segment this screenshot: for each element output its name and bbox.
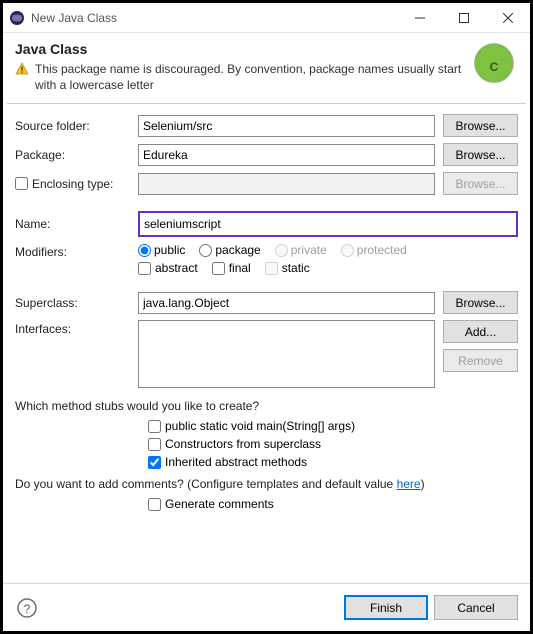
warning-icon — [15, 62, 29, 79]
package-input[interactable] — [138, 144, 435, 166]
cancel-button[interactable]: Cancel — [434, 595, 518, 620]
maximize-button[interactable] — [442, 3, 486, 32]
minimize-button[interactable] — [398, 3, 442, 32]
superclass-browse-button[interactable]: Browse... — [443, 291, 518, 314]
close-button[interactable] — [486, 3, 530, 32]
comments-question: Do you want to add comments? (Configure … — [15, 477, 518, 491]
enclosingtype-checkbox[interactable] — [15, 177, 28, 190]
dialog-header: Java Class This package name is discoura… — [3, 33, 530, 103]
dialog-body: Source folder: Browse... Package: Browse… — [3, 104, 530, 583]
svg-text:C: C — [490, 60, 499, 74]
modifier-public-radio[interactable] — [138, 244, 151, 257]
dialog-footer: ? Finish Cancel — [3, 583, 530, 631]
window-title: New Java Class — [31, 11, 398, 25]
package-browse-button[interactable]: Browse... — [443, 143, 518, 166]
interfaces-remove-button: Remove — [443, 349, 518, 372]
eclipse-icon — [9, 10, 25, 26]
titlebar: New Java Class — [3, 3, 530, 33]
svg-text:?: ? — [24, 602, 31, 616]
configure-templates-link[interactable]: here — [397, 477, 421, 491]
modifiers-label: Modifiers: — [15, 243, 130, 259]
stub-main-checkbox[interactable] — [148, 420, 161, 433]
enclosingtype-input — [138, 173, 435, 195]
enclosingtype-label: Enclosing type: — [32, 177, 113, 191]
name-input[interactable] — [138, 211, 518, 237]
warning-text: This package name is discouraged. By con… — [35, 61, 470, 93]
enclosingtype-browse-button: Browse... — [443, 172, 518, 195]
help-button[interactable]: ? — [15, 596, 39, 620]
generate-comments-checkbox[interactable] — [148, 498, 161, 511]
stub-inherited-checkbox[interactable] — [148, 456, 161, 469]
superclass-input[interactable] — [138, 292, 435, 314]
superclass-label: Superclass: — [15, 296, 130, 310]
modifier-final-checkbox[interactable] — [212, 262, 225, 275]
finish-button[interactable]: Finish — [344, 595, 428, 620]
sourcefolder-label: Source folder: — [15, 119, 130, 133]
modifier-static-checkbox — [265, 262, 278, 275]
dialog-window: New Java Class Java Class This package n… — [0, 0, 533, 634]
stub-constructors-checkbox[interactable] — [148, 438, 161, 451]
class-icon: C — [472, 41, 516, 88]
modifier-abstract-checkbox[interactable] — [138, 262, 151, 275]
stubs-question: Which method stubs would you like to cre… — [15, 399, 518, 413]
interfaces-add-button[interactable]: Add... — [443, 320, 518, 343]
name-label: Name: — [15, 217, 130, 231]
modifier-protected-radio — [341, 244, 354, 257]
page-title: Java Class — [15, 41, 470, 57]
sourcefolder-input[interactable] — [138, 115, 435, 137]
interfaces-list[interactable] — [138, 320, 435, 388]
sourcefolder-browse-button[interactable]: Browse... — [443, 114, 518, 137]
modifier-package-radio[interactable] — [199, 244, 212, 257]
interfaces-label: Interfaces: — [15, 320, 130, 336]
package-label: Package: — [15, 148, 130, 162]
modifier-private-radio — [275, 244, 288, 257]
